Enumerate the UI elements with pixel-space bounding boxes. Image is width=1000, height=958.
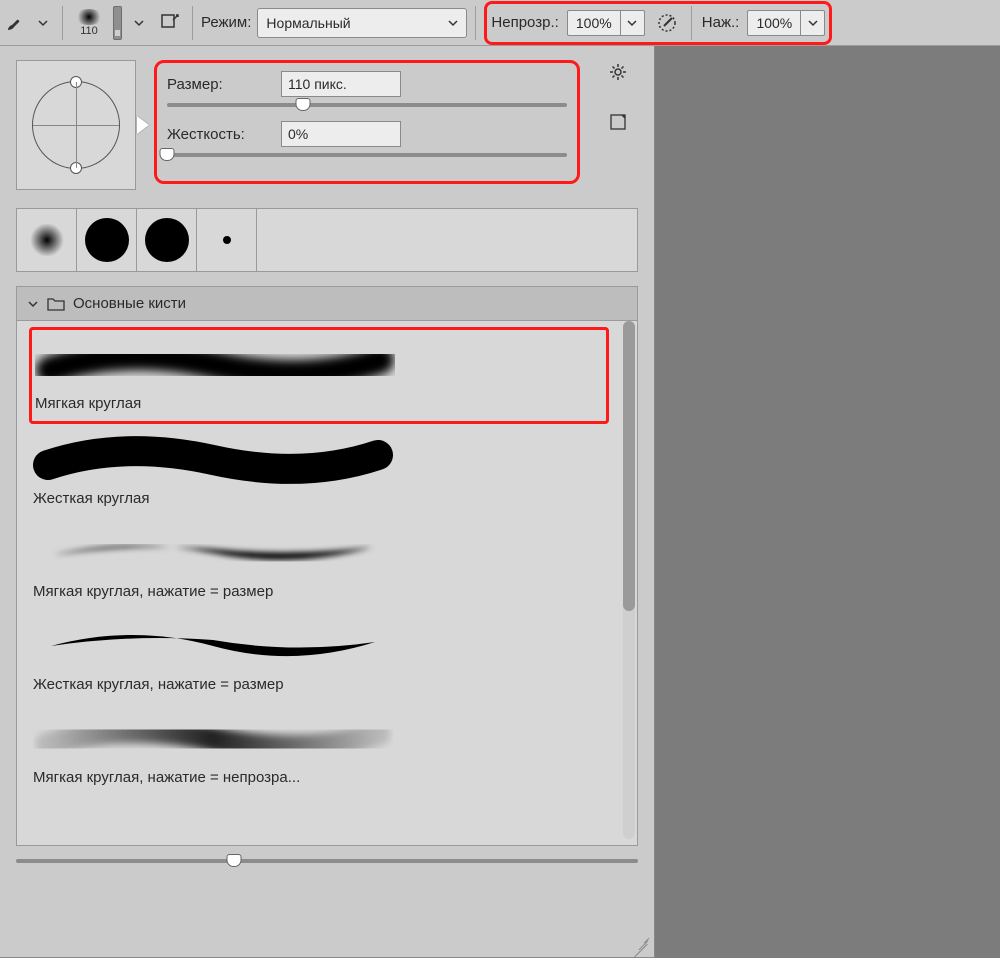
brush-item-4[interactable]: Мягкая круглая, нажатие = непрозра...	[29, 703, 609, 796]
brush-item-label: Мягкая круглая	[35, 395, 603, 412]
brush-item-label: Жесткая круглая, нажатие = размер	[33, 676, 605, 693]
hardness-label: Жесткость:	[167, 126, 267, 143]
scrollbar-thumb[interactable]	[623, 321, 635, 611]
brush-size-value: 110	[80, 25, 98, 37]
recent-brush-2[interactable]	[77, 209, 137, 271]
hardness-input[interactable]: 0%	[281, 121, 401, 147]
brush-list-scrollbar[interactable]	[623, 321, 635, 839]
brush-angle-widget[interactable]	[16, 60, 136, 190]
workspace: Размер: 110 пикс. Жесткость: 0%	[0, 46, 1000, 958]
brush-item-label: Мягкая круглая, нажатие = непрозра...	[33, 769, 605, 786]
brush-folder-header[interactable]: Основные кисти	[17, 287, 637, 321]
opacity-input[interactable]: 100%	[567, 10, 621, 36]
hardness-slider-thumb[interactable]	[160, 148, 175, 161]
brush-list: Основные кисти Мягкая круглая Жесткая кру…	[16, 286, 638, 846]
divider	[62, 6, 63, 40]
divider	[192, 6, 193, 40]
hardness-slider[interactable]	[167, 153, 567, 157]
angle-arrow[interactable]	[137, 116, 149, 134]
folder-name: Основные кисти	[73, 295, 186, 312]
opacity-label: Непрозр.:	[491, 14, 558, 31]
flow-input[interactable]: 100%	[747, 10, 801, 36]
brush-blur-preview	[75, 9, 103, 25]
pressure-opacity-toggle[interactable]	[653, 9, 681, 37]
new-preset-icon[interactable]	[609, 113, 627, 134]
flow-dropdown[interactable]	[801, 10, 825, 36]
opacity-input-group: 100%	[567, 10, 645, 36]
preview-zoom-slider[interactable]	[16, 854, 638, 868]
folder-icon	[47, 297, 65, 311]
brush-item-2[interactable]: Мягкая круглая, нажатие = размер	[29, 517, 609, 610]
blend-mode-select[interactable]: Нормальный	[257, 8, 467, 38]
blend-mode-value: Нормальный	[266, 15, 350, 31]
canvas-area[interactable]	[655, 86, 1000, 958]
flow-label: Наж.:	[702, 14, 740, 31]
blend-mode-label: Режим:	[201, 14, 251, 31]
recent-brush-1[interactable]	[17, 209, 77, 271]
gear-icon[interactable]	[608, 62, 628, 85]
brush-preview-button[interactable]: 110	[71, 9, 107, 37]
chevron-down-icon	[27, 298, 39, 310]
angle-handle-top[interactable]	[70, 76, 82, 88]
recent-brush-empty	[257, 209, 637, 271]
panel-resize-grip[interactable]	[632, 935, 650, 953]
size-input[interactable]: 110 пикс.	[281, 71, 401, 97]
size-hardness-highlight: Размер: 110 пикс. Жесткость: 0%	[154, 60, 580, 184]
opacity-dropdown[interactable]	[621, 10, 645, 36]
brush-item-label: Жесткая круглая	[33, 490, 605, 507]
recent-brush-3[interactable]	[137, 209, 197, 271]
tool-dropdown-chevron[interactable]	[32, 12, 54, 34]
brush-settings-toggle[interactable]	[156, 9, 184, 37]
brush-item-1[interactable]: Жесткая круглая	[29, 424, 609, 517]
size-slider-thumb[interactable]	[296, 98, 311, 111]
options-toolbar: 110 Режим: Нормальный Непрозр.: 100% Наж…	[0, 0, 1000, 46]
angle-handle-bottom[interactable]	[70, 162, 82, 174]
size-label: Размер:	[167, 76, 267, 93]
recent-brush-4[interactable]	[197, 209, 257, 271]
divider	[475, 6, 476, 40]
divider	[691, 6, 692, 40]
recent-brushes-row	[16, 208, 638, 272]
brush-item-3[interactable]: Жесткая круглая, нажатие = размер	[29, 610, 609, 703]
zoom-slider-thumb[interactable]	[226, 854, 241, 867]
size-slider[interactable]	[167, 103, 567, 107]
brush-tool-icon[interactable]	[4, 12, 26, 34]
opacity-flow-highlight: Непрозр.: 100% Наж.: 100%	[484, 1, 832, 45]
brush-preset-panel: Размер: 110 пикс. Жесткость: 0%	[0, 46, 655, 958]
flow-input-group: 100%	[747, 10, 825, 36]
brush-size-chevron[interactable]	[128, 12, 150, 34]
brush-size-dropdown[interactable]	[113, 6, 122, 40]
brush-item-0[interactable]: Мягкая круглая	[29, 327, 609, 424]
brush-item-label: Мягкая круглая, нажатие = размер	[33, 583, 605, 600]
